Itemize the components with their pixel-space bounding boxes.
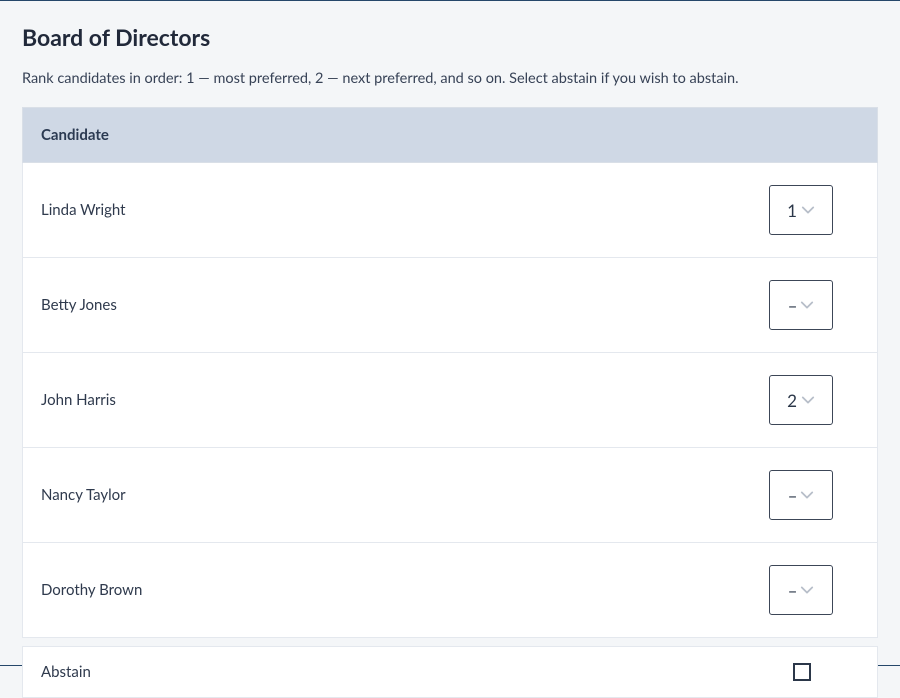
chevron-down-icon xyxy=(801,393,815,407)
candidate-row: John Harris 2 xyxy=(23,353,877,447)
candidate-table: Candidate Linda Wright 1 xyxy=(22,107,878,638)
candidate-row: Nancy Taylor – xyxy=(23,448,877,542)
chevron-down-icon xyxy=(801,203,815,217)
candidate-column-header: Candidate xyxy=(23,108,878,163)
candidate-name: John Harris xyxy=(41,391,116,409)
rank-select[interactable]: 1 xyxy=(769,185,833,235)
rank-select[interactable]: – xyxy=(769,565,833,615)
rank-select[interactable]: – xyxy=(769,280,833,330)
candidate-name: Dorothy Brown xyxy=(41,581,142,599)
candidate-name: Nancy Taylor xyxy=(41,486,126,504)
rank-value: 1 xyxy=(787,202,797,219)
chevron-down-icon xyxy=(800,298,814,312)
rank-select[interactable]: 2 xyxy=(769,375,833,425)
rank-value: 2 xyxy=(787,392,797,409)
chevron-down-icon xyxy=(800,488,814,502)
page-title: Board of Directors xyxy=(22,23,878,51)
rank-select[interactable]: – xyxy=(769,470,833,520)
rank-value: – xyxy=(788,582,797,599)
abstain-row: Abstain xyxy=(22,646,878,698)
rank-value: – xyxy=(788,487,797,504)
candidate-row: Dorothy Brown – xyxy=(23,543,877,637)
rank-value: – xyxy=(788,297,797,314)
candidate-row: Betty Jones – xyxy=(23,258,877,352)
chevron-down-icon xyxy=(800,583,814,597)
candidate-table-body: Linda Wright 1 Betty Jones xyxy=(23,163,878,638)
candidate-row: Linda Wright 1 xyxy=(23,163,877,257)
candidate-name: Linda Wright xyxy=(41,201,126,219)
candidate-name: Betty Jones xyxy=(41,296,117,314)
ballot-page: Board of Directors Rank candidates in or… xyxy=(0,1,900,698)
ranking-instructions: Rank candidates in order: 1 — most prefe… xyxy=(22,69,878,89)
